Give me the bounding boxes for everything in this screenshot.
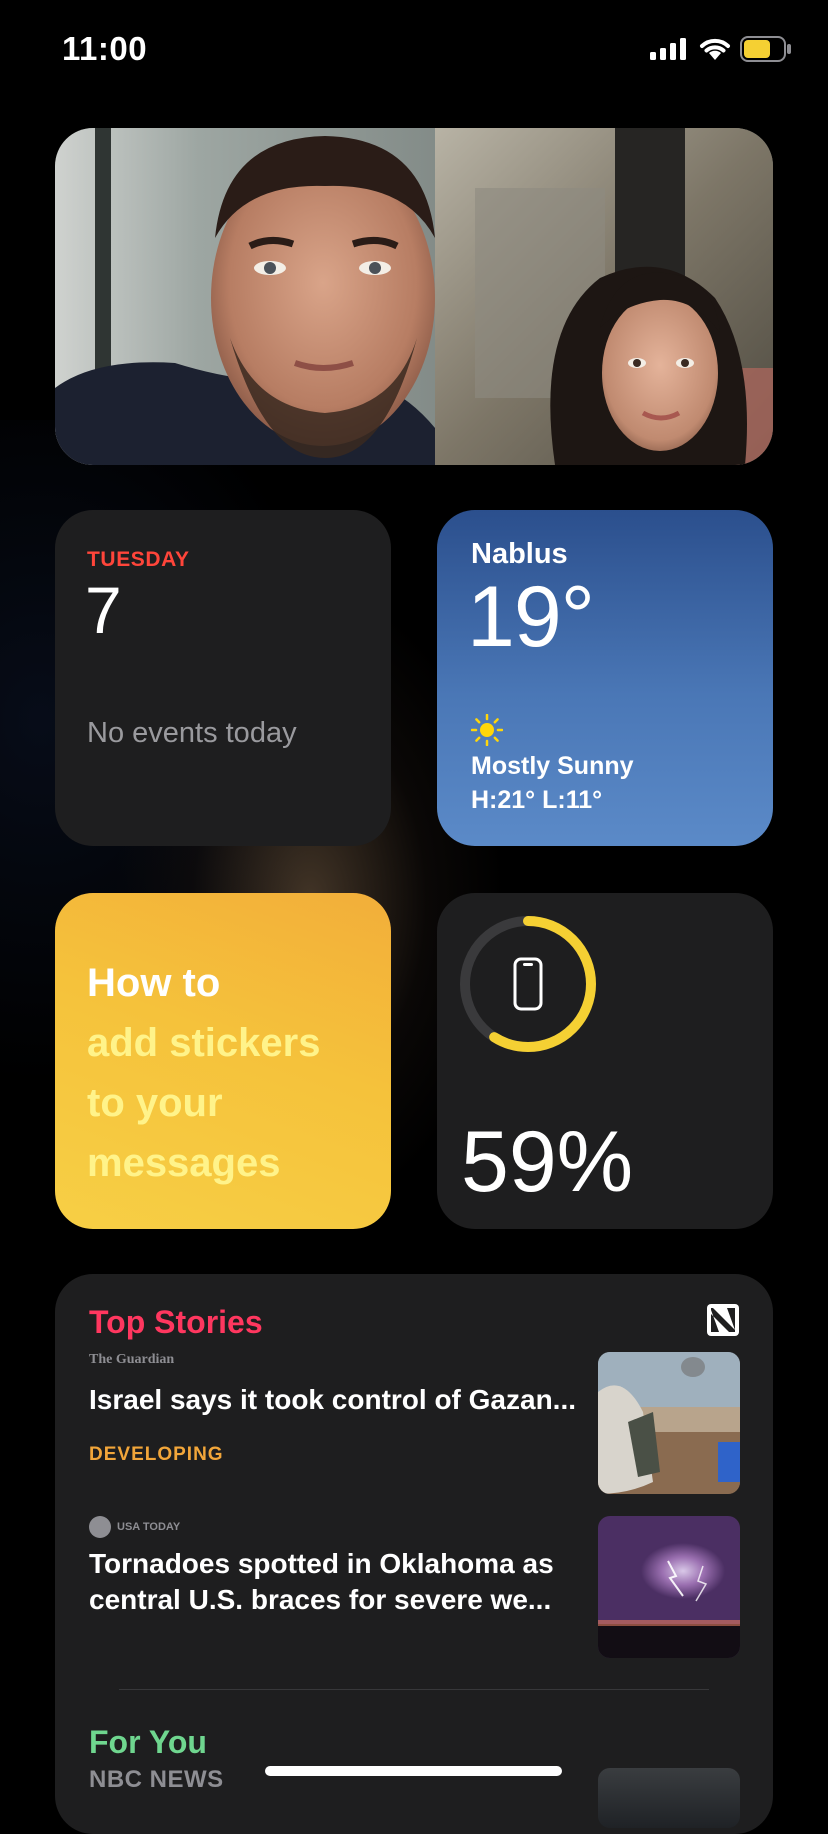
cellular-signal-icon: [650, 38, 686, 60]
tips-title: How to add stickers to your messages: [87, 953, 320, 1193]
wifi-icon: [700, 38, 730, 60]
story-tag: DEVELOPING: [89, 1444, 224, 1465]
story-source-logo: USA TODAY: [89, 1516, 180, 1538]
news-divider: [119, 1689, 709, 1690]
weather-condition: Mostly Sunny: [471, 752, 634, 780]
story-thumbnail[interactable]: [598, 1352, 740, 1494]
story-thumbnail[interactable]: [598, 1768, 740, 1828]
sun-icon: [471, 714, 503, 746]
weather-widget[interactable]: Nablus 19° Mostly Sunny H:21° L:11°: [437, 510, 773, 846]
battery-icon: [740, 36, 791, 62]
battery-ring: [460, 916, 596, 1052]
tips-line-1: How to: [87, 961, 221, 1005]
batteries-widget[interactable]: 59%: [437, 893, 773, 1229]
tips-line-3: to your: [87, 1081, 223, 1125]
battery-percent: 59%: [461, 1114, 634, 1210]
news-widget[interactable]: Top Stories The Guardian Israel says it …: [55, 1274, 773, 1834]
story-thumbnail[interactable]: [598, 1516, 740, 1658]
home-indicator[interactable]: [265, 1766, 562, 1776]
calendar-events-text: No events today: [87, 717, 297, 749]
story-headline[interactable]: Tornadoes spotted in Oklahoma as central…: [89, 1546, 579, 1618]
top-stories-heading: Top Stories: [89, 1304, 263, 1340]
nbc-news-source-logo: NBC NEWS: [89, 1766, 224, 1793]
calendar-date: 7: [85, 573, 122, 647]
photos-widget[interactable]: [55, 128, 773, 465]
weather-city: Nablus: [471, 538, 568, 570]
status-time: 11:00: [62, 30, 148, 67]
iphone-icon: [513, 957, 543, 1011]
tips-line-4: messages: [87, 1141, 281, 1185]
calendar-widget[interactable]: TUESDAY 7 No events today: [55, 510, 391, 846]
news-logo-icon: [707, 1304, 739, 1336]
story-headline[interactable]: Israel says it took control of Gazan...: [89, 1384, 639, 1416]
weather-temperature: 19°: [467, 569, 595, 665]
story-source-logo: The Guardian: [89, 1352, 175, 1367]
tips-line-2: add stickers: [87, 1021, 321, 1065]
tips-widget[interactable]: How to add stickers to your messages: [55, 893, 391, 1229]
weather-high-low: H:21° L:11°: [471, 786, 603, 814]
for-you-heading: For You: [89, 1724, 207, 1760]
calendar-weekday: TUESDAY: [87, 548, 190, 571]
photo-image: [55, 128, 773, 465]
